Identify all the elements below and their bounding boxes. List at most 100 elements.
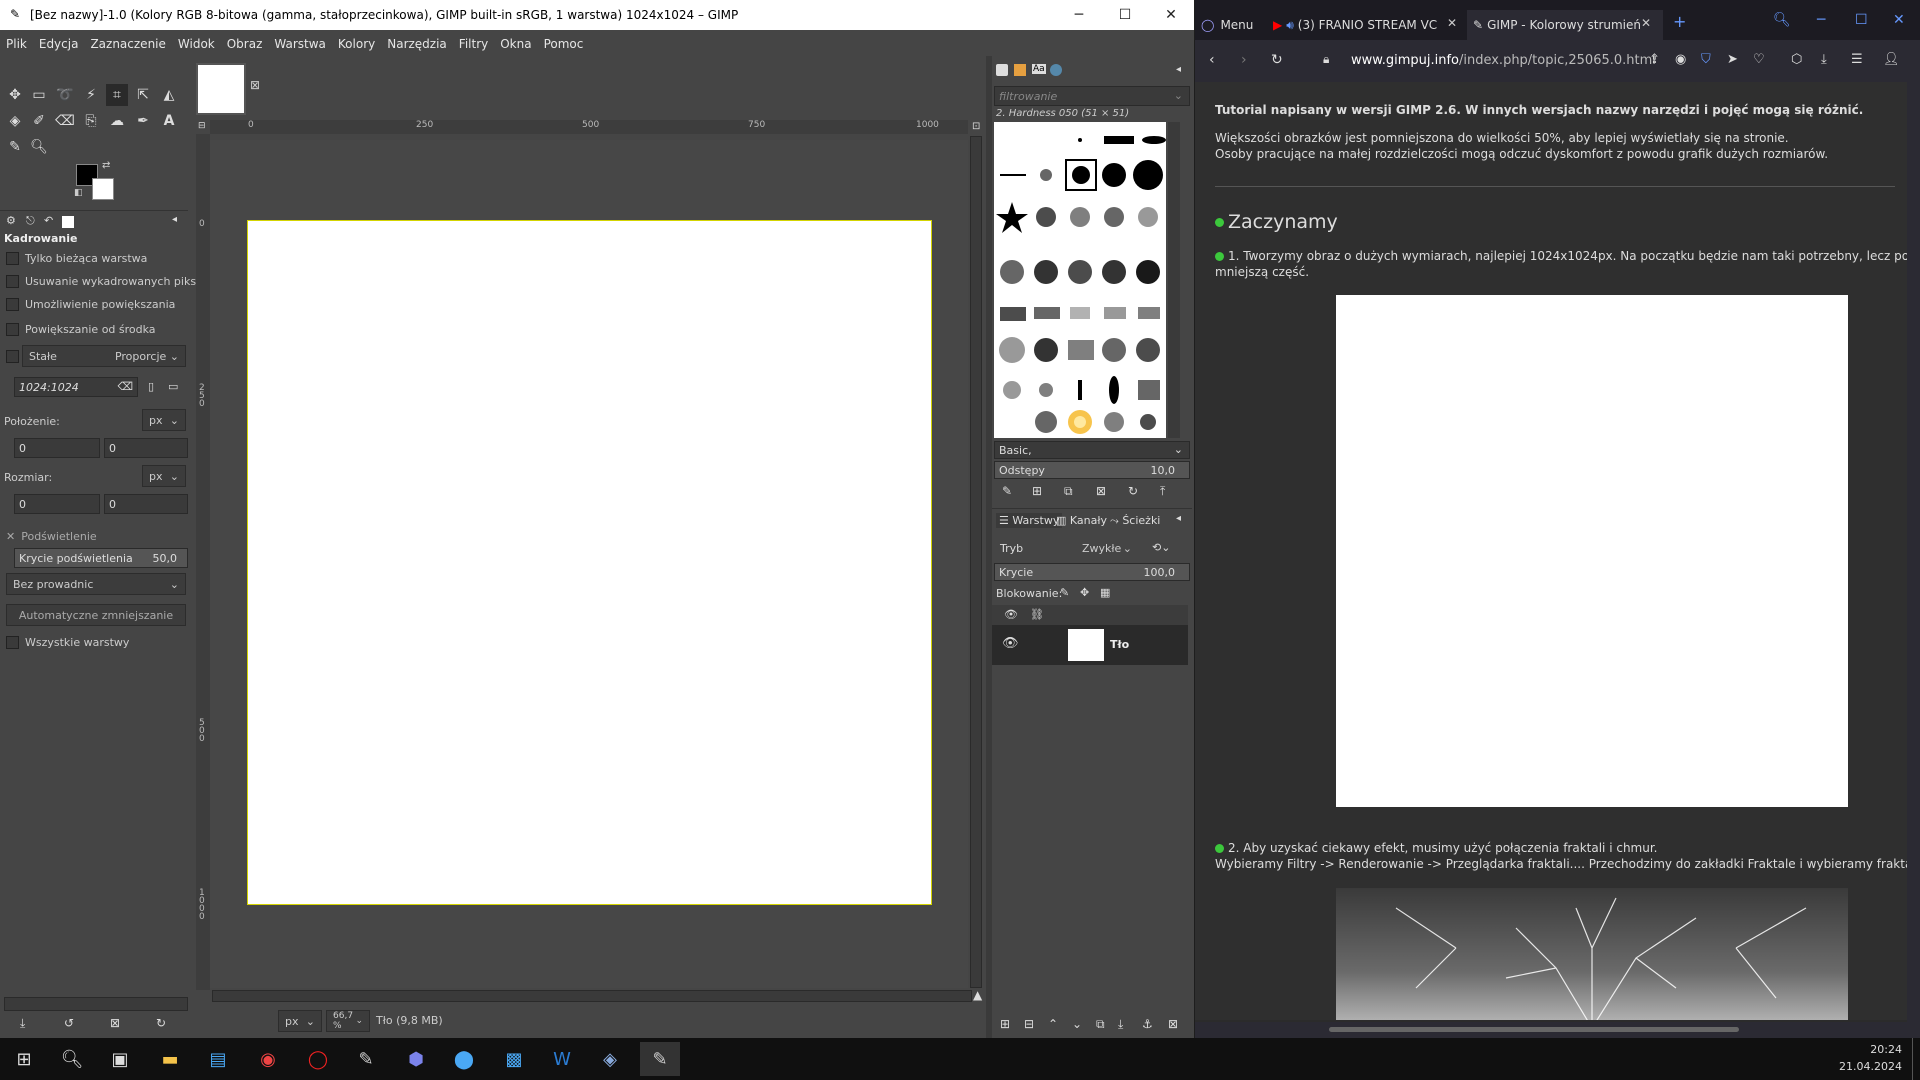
restore-options-icon[interactable]: ↺ <box>64 1016 74 1030</box>
transform-tool-icon[interactable]: ⇱ <box>132 84 154 106</box>
download-icon[interactable]: ⤓ <box>1821 52 1827 67</box>
dock-menu-icon[interactable]: ◂ <box>1176 513 1181 524</box>
menu-warstwa[interactable]: Warstwa <box>268 37 332 51</box>
teams-icon[interactable]: ⬢ <box>396 1042 436 1076</box>
tab-channels[interactable]: ▥ Kanały <box>1056 514 1107 527</box>
ratio-input[interactable]: 1024:1024 ⌫ <box>14 377 138 397</box>
search-tabs-icon[interactable]: 🔍︎ <box>1773 12 1791 28</box>
brush-grid[interactable] <box>994 122 1166 438</box>
page-hscrollbar[interactable] <box>1195 1022 1920 1038</box>
checkbox[interactable] <box>6 635 19 649</box>
new-brush-icon[interactable]: ⊞ <box>1032 484 1042 498</box>
close-window-icon[interactable]: ✕ <box>1893 12 1905 28</box>
tool-options-tab-icon[interactable]: ⚙ <box>6 214 16 227</box>
lasso-tool-icon[interactable]: ➰ <box>54 84 76 106</box>
highlight-opacity-slider[interactable]: Krycie podświetlenia 50,0 <box>14 548 188 568</box>
move-tool-icon[interactable]: ✥ <box>4 84 26 106</box>
navigate-icon[interactable]: ▲ <box>973 988 982 1002</box>
menu-okna[interactable]: Okna <box>494 37 537 51</box>
menu-plik[interactable]: Plik <box>0 37 33 51</box>
fixed-aspect-dropdown[interactable]: Stałe Proporcje ⌄ <box>22 345 186 367</box>
quick-mask-icon[interactable]: ⊟ <box>198 121 206 131</box>
search-icon[interactable]: 🔍︎ <box>52 1042 92 1076</box>
panel-menu-icon[interactable]: ◂ <box>172 214 177 225</box>
option-highlight[interactable]: ✕ Podświetlenie <box>6 527 97 545</box>
portrait-icon[interactable]: ▯ <box>148 380 154 393</box>
undo-history-tab-icon[interactable]: ↶ <box>44 214 53 227</box>
maximize-button[interactable]: ☐ <box>1102 0 1148 30</box>
vertical-scrollbar[interactable] <box>970 136 982 988</box>
camera-icon[interactable]: ◉ <box>1675 52 1686 67</box>
chrome-icon[interactable]: ◉ <box>248 1042 288 1076</box>
page-scrollbar[interactable] <box>1907 82 1920 1022</box>
patterns-tab-icon[interactable] <box>1014 64 1026 76</box>
app3-icon[interactable]: ◈ <box>590 1042 630 1076</box>
new-tab-icon[interactable]: + <box>1673 12 1686 31</box>
checkmark-icon[interactable]: ✕ <box>6 530 15 543</box>
landscape-icon[interactable]: ▭ <box>168 380 178 393</box>
checkbox[interactable] <box>6 274 19 288</box>
dock-menu-icon[interactable]: ◂ <box>1176 64 1181 75</box>
checkbox[interactable] <box>6 322 19 336</box>
lock-position-icon[interactable]: ✥ <box>1080 586 1089 599</box>
mode-switch-icon[interactable]: ⟲⌄ <box>1152 541 1170 554</box>
browser-tab-youtube[interactable]: ▶ 🔊︎ (3) FRANIO STREAM VC <box>1273 10 1453 40</box>
reload-icon[interactable]: ↻ <box>1271 52 1283 68</box>
horizontal-scrollbar[interactable] <box>212 990 972 1002</box>
menu-zaznaczenie[interactable]: Zaznaczenie <box>84 37 171 51</box>
zoom-dropdown[interactable]: 66,7 % ⌄ <box>326 1010 370 1032</box>
eraser-tool-icon[interactable]: ⌫ <box>54 110 76 132</box>
opera-icon[interactable]: ◯ <box>298 1042 338 1076</box>
close-button[interactable]: ✕ <box>1148 0 1194 30</box>
gimp-taskbar-icon[interactable]: ✎ <box>640 1042 680 1076</box>
task-view-icon[interactable]: ▣ <box>100 1042 140 1076</box>
size-h-input[interactable]: 0 <box>104 494 188 514</box>
new-group-icon[interactable]: ⊟ <box>1024 1017 1034 1031</box>
menu-pomoc[interactable]: Pomoc <box>538 37 590 51</box>
swap-colors-icon[interactable]: ⇄ <box>102 160 110 171</box>
bucket-fill-tool-icon[interactable]: ◈ <box>4 110 26 132</box>
default-colors-icon[interactable]: ◧ <box>74 188 83 198</box>
save-app-icon[interactable]: ▩ <box>494 1042 534 1076</box>
minimize-button[interactable]: ─ <box>1056 0 1102 30</box>
send-icon[interactable]: ➤ <box>1727 52 1738 67</box>
app2-icon[interactable]: ⬤ <box>444 1042 484 1076</box>
clock-date[interactable]: 21.04.2024 <box>1836 1060 1902 1073</box>
lock-alpha-icon[interactable]: ▦ <box>1100 586 1110 599</box>
refresh-brushes-icon[interactable]: ↻ <box>1128 484 1138 498</box>
checkbox[interactable] <box>6 297 19 311</box>
paintbrush-tool-icon[interactable]: ✐ <box>28 110 50 132</box>
images-tab-icon[interactable] <box>62 216 74 228</box>
rect-select-tool-icon[interactable]: ▭ <box>28 84 50 106</box>
device-status-tab-icon[interactable]: ⎋ <box>26 214 35 228</box>
save-options-icon[interactable]: ⤓ <box>20 1016 25 1031</box>
easy-setup-icon[interactable]: ☰ <box>1851 52 1863 67</box>
start-button-icon[interactable]: ⊞ <box>4 1042 44 1076</box>
paths-tool-icon[interactable]: ✒ <box>132 110 154 132</box>
crop-tool-icon[interactable]: ⌗ <box>106 84 128 106</box>
checkbox[interactable] <box>6 349 19 363</box>
option-current-layer-only[interactable]: Tylko bieżąca warstwa <box>6 249 147 267</box>
brush-filter-input[interactable]: filtrowanie ⌄ <box>994 86 1190 106</box>
opera-menu-button[interactable]: ◯ Menu <box>1201 10 1261 40</box>
hscroll-thumb[interactable] <box>1329 1027 1739 1032</box>
merge-layer-icon[interactable]: ⤓ <box>1118 1017 1123 1032</box>
warp-tool-icon[interactable]: ◭ <box>158 84 180 106</box>
image-canvas[interactable] <box>248 221 931 904</box>
url-field[interactable]: www.gimpuj.info/index.php/topic,25065.0.… <box>1351 53 1656 68</box>
maximize-icon[interactable]: ☐ <box>1855 12 1868 28</box>
heart-icon[interactable]: ♡ <box>1753 52 1765 67</box>
delete-brush-icon[interactable]: ⊠ <box>1096 484 1106 498</box>
visibility-eye-icon[interactable]: 👁︎ <box>1002 636 1019 651</box>
smudge-tool-icon[interactable]: ☁ <box>106 110 128 132</box>
tab-layers[interactable]: ☰ Warstwy <box>996 513 1063 528</box>
close-tab-icon[interactable]: ✕ <box>1447 16 1457 30</box>
option-delete-cropped[interactable]: Usuwanie wykadrowanych pikseli <box>6 272 209 290</box>
clone-tool-icon[interactable]: ⎘ <box>80 110 102 132</box>
clock-time[interactable]: 20:24 <box>1850 1043 1902 1056</box>
dynamics-tab-icon[interactable] <box>1050 64 1062 76</box>
word-icon[interactable]: W <box>542 1042 582 1076</box>
text-tool-icon[interactable]: A <box>158 110 180 132</box>
layer-row[interactable]: 👁︎ Tło <box>992 625 1188 665</box>
reset-options-icon[interactable]: ↻ <box>156 1016 166 1030</box>
